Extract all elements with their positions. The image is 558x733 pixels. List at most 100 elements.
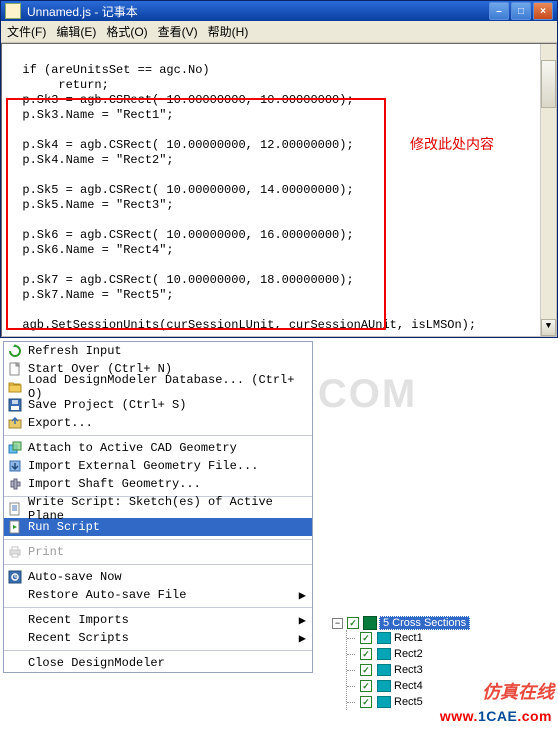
window-buttons: – □ ×	[489, 2, 553, 20]
menu-file[interactable]: 文件(F)	[7, 23, 46, 40]
check-icon[interactable]: ✓	[347, 617, 359, 629]
menu-label: Close DesignModeler	[28, 656, 165, 670]
rect-section-icon	[377, 664, 391, 676]
submenu-arrow-icon: ▶	[299, 613, 306, 628]
rect-section-icon	[377, 680, 391, 692]
menu-refresh-input[interactable]: Refresh Input	[4, 342, 312, 360]
menu-edit[interactable]: 编辑(E)	[56, 23, 96, 40]
menu-label: Restore Auto-save File	[28, 588, 186, 602]
brand-url: www.1CAE.com	[440, 708, 552, 724]
refresh-icon	[7, 343, 23, 359]
import-geometry-icon	[7, 458, 23, 474]
code-line: return;	[8, 78, 109, 92]
menu-label: Auto-save Now	[28, 570, 122, 584]
scroll-thumb[interactable]	[541, 60, 556, 108]
text-editor[interactable]: if (areUnitsSet == agc.No) return; p.Sk3…	[1, 43, 557, 337]
menu-load-database[interactable]: Load DesignModeler Database... (Ctrl+ O)	[4, 378, 312, 396]
code-line: p.Sk3 = agb.CSRect( 10.00000000, 10.0000…	[8, 93, 354, 107]
code-line: p.Sk3.Name = "Rect1";	[8, 108, 174, 122]
menu-help[interactable]: 帮助(H)	[208, 23, 249, 40]
submenu-arrow-icon: ▶	[299, 588, 306, 603]
collapse-icon[interactable]: −	[332, 618, 343, 629]
code-line: p.Sk7.Name = "Rect5";	[8, 288, 174, 302]
annotation-text: 修改此处内容	[410, 138, 494, 153]
menu-autosave-now[interactable]: Auto-save Now	[4, 568, 312, 586]
separator	[4, 607, 312, 608]
check-icon[interactable]: ✓	[360, 680, 372, 692]
tree-item[interactable]: ✓Rect2	[353, 646, 532, 662]
run-script-icon	[7, 519, 23, 535]
menu-import-geometry[interactable]: Import External Geometry File...	[4, 457, 312, 475]
maximize-button[interactable]: □	[511, 2, 531, 20]
lower-panel: 1CAE.COM Refresh Input Start Over (Ctrl+…	[0, 338, 558, 730]
menu-format[interactable]: 格式(O)	[106, 23, 147, 40]
menu-label: Export...	[28, 416, 93, 430]
autosave-icon	[7, 569, 23, 585]
tree-item-label: Rect4	[394, 680, 423, 692]
notepad-window: Unnamed.js - 记事本 – □ × 文件(F) 编辑(E) 格式(O)…	[0, 0, 558, 338]
minimize-button[interactable]: –	[489, 2, 509, 20]
menu-recent-imports[interactable]: Recent Imports ▶	[4, 611, 312, 629]
menu-label: Recent Scripts	[28, 631, 129, 645]
menu-label: Refresh Input	[28, 344, 122, 358]
menu-restore-autosave[interactable]: Restore Auto-save File ▶	[4, 586, 312, 604]
folder-open-icon	[7, 379, 23, 395]
check-icon[interactable]: ✓	[360, 648, 372, 660]
menu-label: Run Script	[28, 520, 100, 534]
code-line: p.Sk5.Name = "Rect3";	[8, 198, 174, 212]
vertical-scrollbar[interactable]: ▲ ▼	[540, 44, 556, 336]
rect-section-icon	[377, 648, 391, 660]
check-icon[interactable]: ✓	[360, 664, 372, 676]
menu-close-designmodeler[interactable]: Close DesignModeler	[4, 654, 312, 672]
save-icon	[7, 397, 23, 413]
check-icon[interactable]: ✓	[360, 696, 372, 708]
brand-url-www: www.	[440, 708, 478, 724]
menu-label: Attach to Active CAD Geometry	[28, 441, 237, 455]
tree-item-label: Rect1	[394, 632, 423, 644]
code-line: p.Sk5 = agb.CSRect( 10.00000000, 14.0000…	[8, 183, 354, 197]
menu-attach-cad[interactable]: Attach to Active CAD Geometry	[4, 439, 312, 457]
code-line: if (areUnitsSet == agc.No)	[8, 63, 210, 77]
import-shaft-icon	[7, 476, 23, 492]
close-button[interactable]: ×	[533, 2, 553, 20]
menu-label: Load DesignModeler Database... (Ctrl+ O)	[28, 373, 306, 401]
attach-cad-icon	[7, 440, 23, 456]
tree-root[interactable]: − ✓ 5 Cross Sections	[332, 616, 532, 630]
tree-item[interactable]: ✓ Rect3	[353, 662, 532, 678]
menu-import-shaft[interactable]: Import Shaft Geometry...	[4, 475, 312, 493]
export-icon	[7, 415, 23, 431]
brand-url-domain: 1CAE	[478, 708, 517, 724]
menu-label: Recent Imports	[28, 613, 129, 627]
brand-text: 仿真在线	[482, 678, 554, 704]
code-line: p.Sk4.Name = "Rect2";	[8, 153, 174, 167]
code-line: p.Sk6 = agb.CSRect( 10.00000000, 16.0000…	[8, 228, 354, 242]
menu-print: Print	[4, 543, 312, 561]
menu-export[interactable]: Export...	[4, 414, 312, 432]
blank-icon	[7, 587, 23, 603]
tree-item[interactable]: ✓ Rect1	[353, 630, 532, 646]
tree-root-label[interactable]: 5 Cross Sections	[379, 616, 470, 630]
tree-item-label: Rect5	[394, 696, 423, 708]
cross-section-icon	[363, 616, 377, 630]
menu-label: Import Shaft Geometry...	[28, 477, 201, 491]
code-line: p.Sk4 = agb.CSRect( 10.00000000, 12.0000…	[8, 138, 354, 152]
menu-view[interactable]: 查看(V)	[158, 23, 198, 40]
scroll-down-button[interactable]: ▼	[541, 319, 556, 336]
menu-label: Write Script: Sketch(es) of Active Plane	[28, 495, 306, 523]
menu-write-script[interactable]: Write Script: Sketch(es) of Active Plane	[4, 500, 312, 518]
menu-recent-scripts[interactable]: Recent Scripts ▶	[4, 629, 312, 647]
separator	[4, 564, 312, 565]
tree-item-label: Rect3	[394, 664, 423, 676]
code-line: p.Sk6.Name = "Rect4";	[8, 243, 174, 257]
title-bar[interactable]: Unnamed.js - 记事本 – □ ×	[1, 1, 557, 21]
code-line: agb.SetSessionUnits(curSessionLUnit, cur…	[8, 318, 476, 332]
menu-label: Save Project (Ctrl+ S)	[28, 398, 186, 412]
window-title: Unnamed.js - 记事本	[27, 3, 489, 20]
submenu-arrow-icon: ▶	[299, 631, 306, 646]
separator	[4, 650, 312, 651]
write-script-icon	[7, 501, 23, 517]
menu-bar: 文件(F) 编辑(E) 格式(O) 查看(V) 帮助(H)	[1, 21, 557, 43]
brand-url-tld: .com	[517, 708, 552, 724]
check-icon[interactable]: ✓	[360, 632, 372, 644]
blank-icon	[7, 612, 23, 628]
